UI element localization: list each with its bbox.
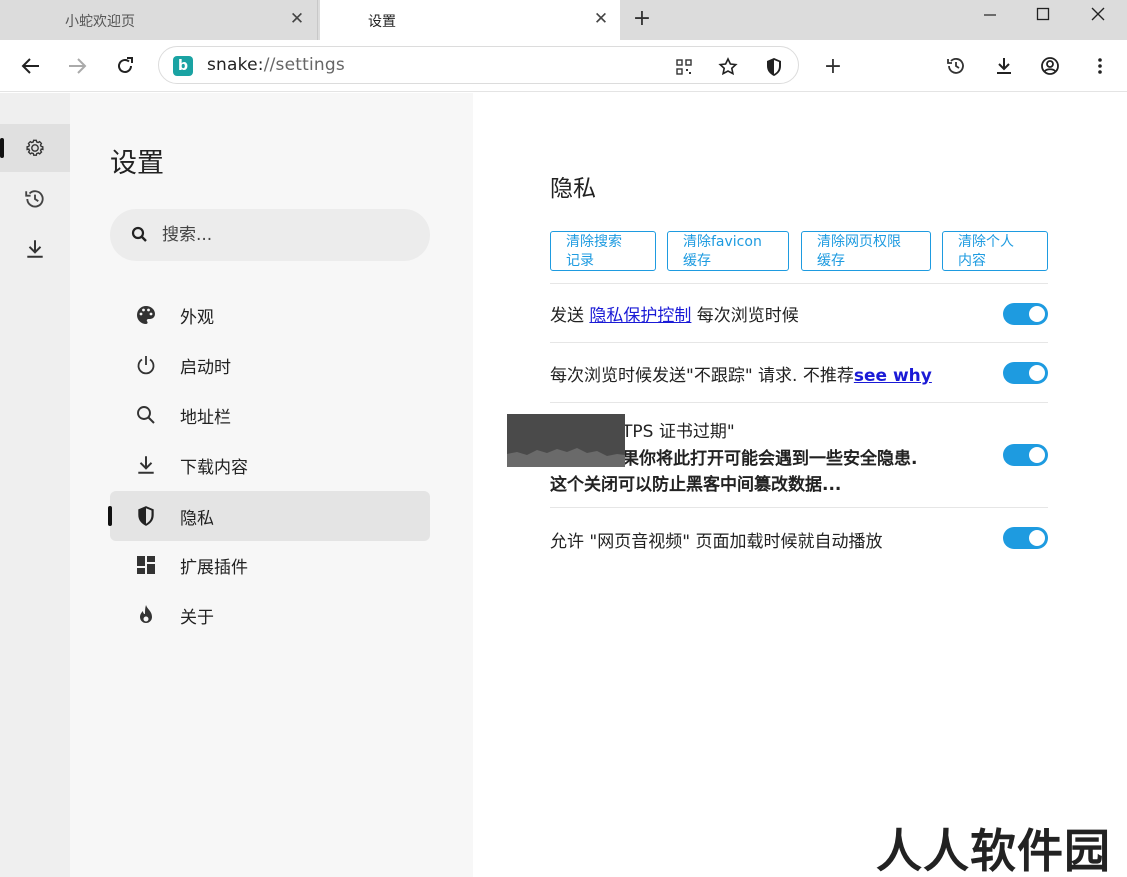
- https-expired-toggle[interactable]: [1003, 444, 1048, 466]
- rail-history[interactable]: [0, 175, 70, 223]
- tab-close-icon[interactable]: ✕: [590, 8, 612, 30]
- side-rail: [0, 93, 70, 877]
- redacted-patch: [507, 414, 625, 467]
- section-title: 隐私: [550, 176, 596, 202]
- chip-line: 缓存: [817, 253, 845, 269]
- account-icon[interactable]: [1037, 53, 1063, 79]
- nav-item-appearance[interactable]: 外观: [110, 290, 430, 340]
- chip-line: 清除搜索: [566, 234, 622, 250]
- reload-icon[interactable]: [112, 53, 138, 79]
- nav-item-about[interactable]: 关于: [110, 590, 430, 640]
- tab-welcome[interactable]: 小蛇欢迎页 ✕: [0, 0, 318, 40]
- nav-item-label: 启动时: [180, 358, 231, 378]
- setting-label-pre: 发送: [550, 306, 590, 326]
- setting-label-line3: 这个关闭可以防止黑客中间篡改数据...: [550, 475, 842, 495]
- back-icon[interactable]: [18, 53, 44, 79]
- nav-item-extensions[interactable]: 扩展插件: [110, 540, 430, 590]
- see-why-link[interactable]: see why: [854, 366, 932, 386]
- history-icon[interactable]: [943, 53, 969, 79]
- setting-row-do-not-track: 每次浏览时候发送"不跟踪" 请求. 不推荐see why: [550, 343, 1048, 403]
- privacy-control-link[interactable]: 隐私保护控制: [589, 306, 691, 326]
- autoplay-toggle[interactable]: [1003, 527, 1048, 549]
- chip-line: 清除favicon: [683, 234, 762, 250]
- nav-item-downloads[interactable]: 下载内容: [110, 440, 430, 490]
- download-icon[interactable]: [991, 53, 1017, 79]
- do-not-track-toggle[interactable]: [1003, 362, 1048, 384]
- settings-main: 隐私 清除搜索 记录 清除favicon 缓存 清除网页权限 缓存 清除个人 内容 发送…: [473, 93, 1127, 877]
- palette-icon: [134, 303, 158, 327]
- privacy-control-toggle[interactable]: [1003, 303, 1048, 325]
- chip-line: 记录: [566, 253, 594, 269]
- rail-settings[interactable]: [0, 124, 70, 172]
- setting-label-line2: 果你将此打开可能会遇到一些安全隐患.: [622, 449, 918, 469]
- url-scheme: snake:: [207, 55, 264, 75]
- browser-toolbar: b snake://settings +: [0, 40, 1127, 92]
- clear-permission-cache-button[interactable]: 清除网页权限 缓存: [801, 231, 931, 271]
- flame-icon: [134, 603, 158, 627]
- nav-item-label: 关于: [180, 608, 214, 628]
- maximize-icon[interactable]: [1029, 2, 1057, 26]
- nav-item-label: 下载内容: [180, 458, 248, 478]
- window-close-icon[interactable]: [1084, 2, 1112, 26]
- nav-item-label: 地址栏: [180, 408, 231, 428]
- shield-icon[interactable]: [763, 56, 785, 78]
- setting-row-privacy-control: 发送 隐私保护控制 每次浏览时候: [550, 283, 1048, 343]
- chip-line: 内容: [958, 253, 986, 269]
- setting-label: 允许 "网页音视频" 页面加载时候就自动播放: [550, 532, 883, 552]
- add-button[interactable]: +: [820, 53, 846, 79]
- search-input[interactable]: [162, 221, 412, 249]
- settings-search[interactable]: [110, 209, 430, 261]
- address-url[interactable]: snake://settings: [207, 55, 345, 75]
- download-icon: [27, 240, 43, 258]
- site-favicon-icon: b: [173, 56, 193, 76]
- nav-item-label: 外观: [180, 308, 214, 328]
- chip-line: 清除网页权限: [817, 234, 901, 250]
- tab-close-icon[interactable]: ✕: [286, 8, 308, 30]
- nav-item-label: 扩展插件: [180, 558, 248, 578]
- tab-strip: 小蛇欢迎页 ✕ 设置 ✕ +: [0, 0, 1127, 40]
- watermark-logo: 人人软件园: [876, 824, 1111, 877]
- minimize-icon[interactable]: [976, 2, 1004, 26]
- chip-line: 缓存: [683, 253, 711, 269]
- dashboard-icon: [134, 553, 158, 577]
- new-tab-button[interactable]: +: [629, 6, 655, 32]
- qr-code-icon[interactable]: [673, 56, 695, 78]
- tab-title: 设置: [368, 14, 396, 30]
- power-icon: [134, 353, 158, 377]
- setting-label: 发送 隐私保护控制 每次浏览时候: [550, 301, 799, 326]
- rail-downloads[interactable]: [0, 225, 70, 273]
- gear-icon: [26, 139, 44, 156]
- clear-personal-data-button[interactable]: 清除个人 内容: [942, 231, 1048, 271]
- nav-item-startup[interactable]: 启动时: [110, 340, 430, 390]
- chip-line: 清除个人: [958, 234, 1014, 250]
- tab-settings[interactable]: 设置 ✕: [320, 0, 620, 40]
- setting-label-line1: TPS 证书过期": [622, 422, 735, 442]
- setting-label: 每次浏览时候发送"不跟踪" 请求. 不推荐see why: [550, 361, 932, 386]
- setting-label-post: 每次浏览时候: [691, 306, 799, 326]
- search-icon: [131, 226, 147, 242]
- download-icon: [134, 453, 158, 477]
- settings-nav: 设置 外观 启动时 地址栏 下载内容 隐私 扩展插件 关于: [70, 93, 473, 877]
- shield-icon: [134, 504, 158, 528]
- setting-row-autoplay: 允许 "网页音视频" 页面加载时候就自动播放: [550, 508, 1048, 568]
- clear-favicon-cache-button[interactable]: 清除favicon 缓存: [667, 231, 789, 271]
- nav-item-privacy[interactable]: 隐私: [108, 491, 430, 541]
- forward-icon[interactable]: [64, 53, 90, 79]
- tab-title: 小蛇欢迎页: [65, 14, 135, 30]
- nav-item-address-bar[interactable]: 地址栏: [110, 390, 430, 440]
- address-bar[interactable]: b snake://settings: [158, 46, 799, 84]
- setting-label-pre: 每次浏览时候发送"不跟踪" 请求. 不推荐: [550, 366, 854, 386]
- url-path: //settings: [263, 55, 345, 75]
- page-title: 设置: [110, 148, 164, 179]
- history-icon: [25, 190, 44, 208]
- bookmark-star-icon[interactable]: [717, 56, 739, 78]
- nav-item-label: 隐私: [180, 509, 214, 529]
- search-icon: [134, 403, 158, 427]
- more-menu-icon[interactable]: [1087, 53, 1113, 79]
- clear-search-history-button[interactable]: 清除搜索 记录: [550, 231, 656, 271]
